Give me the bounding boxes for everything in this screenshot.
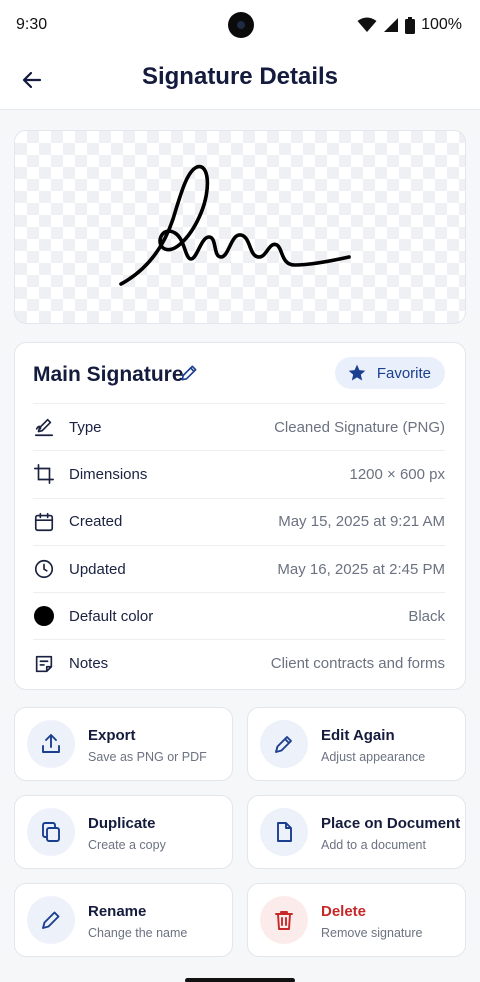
edit-again-button[interactable]: Edit Again Adjust appearance (247, 707, 466, 781)
action-subtitle: Add to a document (321, 838, 426, 852)
action-title: Edit Again (321, 727, 395, 744)
detail-row-created: Created May 15, 2025 at 9:21 AM (33, 497, 445, 545)
action-subtitle: Change the name (88, 926, 188, 940)
home-indicator[interactable] (185, 978, 295, 982)
note-icon (35, 655, 53, 672)
detail-row-dimensions: Dimensions 1200 × 600 px (33, 450, 445, 497)
signature-name: Main Signature (33, 363, 184, 386)
battery-icon (405, 16, 416, 34)
pencil-icon (42, 911, 60, 929)
detail-label: Created (69, 513, 123, 531)
action-title: Export (88, 727, 136, 744)
signature-pen-icon (34, 418, 54, 437)
favorite-button[interactable]: Favorite (334, 357, 445, 389)
detail-value: May 15, 2025 at 9:21 AM (278, 513, 445, 531)
detail-value: May 16, 2025 at 2:45 PM (277, 560, 445, 578)
detail-row-default-color: Default color Black (33, 592, 445, 639)
action-subtitle: Adjust appearance (321, 750, 426, 764)
status-icons: 100% (357, 16, 462, 34)
detail-label: Notes (69, 655, 109, 673)
detail-label: Default color (69, 607, 154, 625)
trash-icon (275, 911, 293, 930)
duplicate-icon (42, 822, 60, 842)
app-bar: Signature Details (0, 50, 480, 110)
document-icon (277, 822, 292, 842)
detail-label: Dimensions (69, 465, 148, 483)
action-title: Duplicate (88, 815, 156, 832)
crop-icon (34, 464, 54, 485)
pencil-icon (181, 365, 197, 381)
cellular-signal-icon (384, 18, 399, 32)
detail-value: Cleaned Signature (PNG) (274, 418, 445, 436)
detail-row-type: Type Cleaned Signature (PNG) (33, 403, 445, 450)
export-button[interactable]: Export Save as PNG or PDF (14, 707, 233, 781)
action-subtitle: Remove signature (321, 926, 423, 940)
status-bar: 9:30 100% (0, 0, 480, 50)
rename-button[interactable]: Rename Change the name (14, 883, 233, 957)
action-title: Place on Document (321, 815, 461, 832)
signature-info-card: Main Signature Favorite Type Cleaned Sig… (14, 342, 466, 690)
battery-percent: 100% (421, 16, 462, 33)
details-list: Type Cleaned Signature (PNG) Dimensions … (33, 403, 445, 687)
camera-cutout (228, 12, 254, 38)
action-subtitle: Create a copy (88, 838, 166, 852)
status-time: 9:30 (16, 16, 48, 33)
detail-label: Type (69, 418, 102, 436)
calendar-icon (34, 512, 54, 531)
favorite-label: Favorite (376, 364, 431, 382)
star-icon (348, 364, 366, 381)
edit-name-button[interactable] (179, 363, 201, 385)
place-on-document-button[interactable]: Place on Document Add to a document (247, 795, 466, 869)
action-title: Delete (321, 903, 367, 920)
detail-label: Updated (69, 560, 126, 578)
action-title: Rename (88, 903, 147, 920)
wifi-icon (357, 17, 377, 32)
signature-preview (14, 130, 466, 324)
clock-icon (34, 559, 54, 579)
duplicate-button[interactable]: Duplicate Create a copy (14, 795, 233, 869)
color-dot-icon (34, 606, 54, 627)
action-subtitle: Save as PNG or PDF (88, 750, 207, 764)
detail-value: Client contracts and forms (270, 655, 445, 673)
detail-row-notes: Notes Client contracts and forms (33, 639, 445, 686)
detail-value: Black (408, 607, 445, 625)
pen-icon (275, 736, 292, 753)
page-title: Signature Details (141, 63, 339, 90)
signature-image (119, 164, 351, 286)
export-icon (42, 734, 60, 753)
detail-value: 1200 × 600 px (349, 465, 445, 483)
detail-row-updated: Updated May 16, 2025 at 2:45 PM (33, 544, 445, 592)
delete-button[interactable]: Delete Remove signature (247, 883, 466, 957)
